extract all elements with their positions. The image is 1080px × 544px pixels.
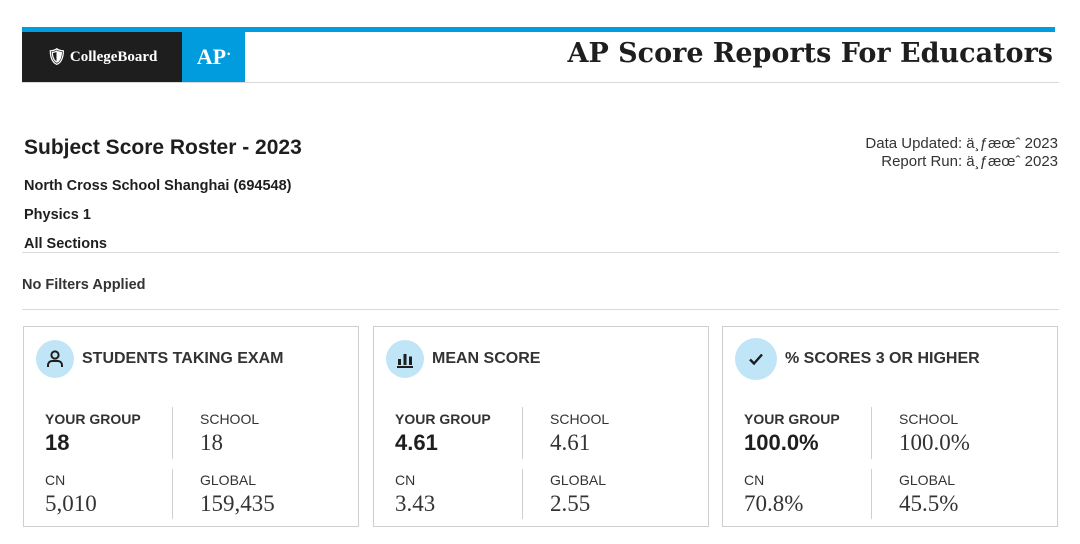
stat-value: 100.0% [899,430,970,455]
stat-label: CN [45,472,66,488]
global-stat: GLOBAL 2.55 [550,472,606,517]
stat-label: YOUR GROUP [395,411,491,427]
stat-label: YOUR GROUP [744,411,840,427]
acorn-icon: 🛡︎ [46,49,67,66]
cn-stat: CN 5,010 [45,472,97,517]
card-title: % SCORES 3 OR HIGHER [785,350,980,367]
card-header: % SCORES 3 OR HIGHER [735,338,980,380]
collegeboard-logo-text: CollegeBoard [69,48,158,65]
card-header: MEAN SCORE [386,340,540,378]
card-title: MEAN SCORE [432,350,541,367]
report-run-date: Report Run: ä¸ƒæœˆ 2023 [881,153,1058,170]
mean-score-card: MEAN SCORE YOUR GROUP 4.61 SCHOOL 4.61 C… [373,326,709,527]
stat-label: SCHOOL [550,411,610,427]
report-dates: Data Updated: ä¸ƒæœˆ 2023 Report Run: ä¸… [865,135,1058,171]
stat-divider [172,469,173,519]
stat-value: 4.61 [395,430,438,455]
stat-divider [871,469,872,519]
school-stat: SCHOOL 4.61 [550,411,609,456]
stat-label: SCHOOL [200,411,260,427]
stat-label: GLOBAL [899,472,956,488]
stat-label: GLOBAL [200,472,257,488]
stat-label: GLOBAL [550,472,607,488]
school-stat: SCHOOL 18 [200,411,259,456]
stat-value: 159,435 [200,491,275,516]
stat-divider [172,407,173,459]
ap-logo-text: AP [196,44,227,69]
ap-logo-mark: • [227,49,231,59]
ap-logo[interactable]: AP • [182,32,245,82]
stat-value: 45.5% [899,491,959,516]
subject-name: Physics 1 [24,207,91,223]
stat-value: 4.61 [550,430,591,455]
stat-value: 3.43 [395,491,436,516]
stat-value: 18 [45,430,70,455]
scores-3-or-higher-card: % SCORES 3 OR HIGHER YOUR GROUP 100.0% S… [722,326,1058,527]
data-updated-date: Data Updated: ä¸ƒæœˆ 2023 [865,135,1058,152]
report-title: Subject Score Roster - 2023 [24,136,302,159]
cn-stat: CN 3.43 [395,472,435,517]
page-header-title: AP Score Reports For Educators [567,38,1053,69]
your-group-stat: YOUR GROUP 4.61 [395,411,491,456]
stat-divider [522,407,523,459]
stat-value: 18 [200,430,223,455]
stat-label: YOUR GROUP [45,411,141,427]
page-header: 🛡︎ CollegeBoard AP • AP Score Reports For… [22,32,1059,83]
collegeboard-logo[interactable]: 🛡︎ CollegeBoard [22,32,182,82]
stat-label: CN [395,472,416,488]
stat-label: SCHOOL [899,411,959,427]
filters-status: No Filters Applied [22,277,146,293]
stat-value: 2.55 [550,491,591,516]
divider [22,309,1059,310]
stat-value: 100.0% [744,430,819,455]
your-group-stat: YOUR GROUP 18 [45,411,141,456]
person-icon [36,340,74,378]
bar-chart-icon [386,340,424,378]
school-stat: SCHOOL 100.0% [899,411,970,456]
global-stat: GLOBAL 45.5% [899,472,958,517]
cn-stat: CN 70.8% [744,472,803,517]
students-taking-exam-card: STUDENTS TAKING EXAM YOUR GROUP 18 SCHOO… [23,326,359,527]
divider [22,252,1059,253]
card-header: STUDENTS TAKING EXAM [36,340,283,378]
school-name: North Cross School Shanghai (694548) [24,178,292,194]
stat-value: 5,010 [45,491,97,516]
global-stat: GLOBAL 159,435 [200,472,275,517]
stat-divider [871,407,872,459]
checkmark-icon [735,338,777,380]
stat-label: CN [744,472,765,488]
stat-divider [522,469,523,519]
stat-value: 70.8% [744,491,804,516]
card-title: STUDENTS TAKING EXAM [82,350,284,367]
sections-label: All Sections [24,236,107,252]
your-group-stat: YOUR GROUP 100.0% [744,411,840,456]
